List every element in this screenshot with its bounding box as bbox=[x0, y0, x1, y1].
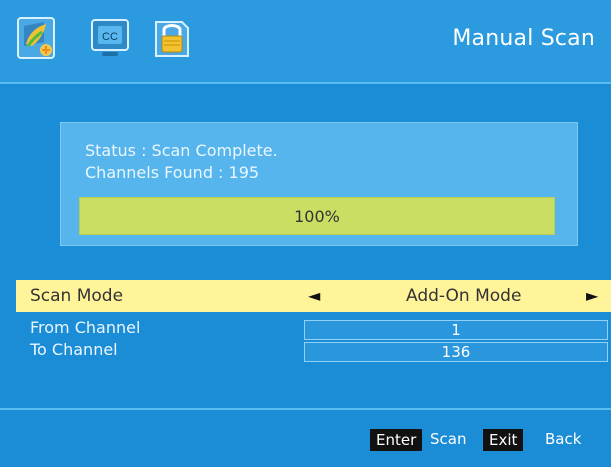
scan-status-panel: Status : Scan Complete. Channels Found :… bbox=[60, 122, 578, 246]
closed-caption-icon[interactable]: CC bbox=[90, 16, 130, 60]
left-arrow-icon[interactable]: ◄ bbox=[308, 286, 320, 305]
scan-mode-value[interactable]: Add-On Mode bbox=[406, 286, 521, 306]
scan-mode-label: Scan Mode bbox=[30, 286, 124, 306]
footer-bar: Enter Scan Exit Back bbox=[0, 408, 611, 467]
page-title: Manual Scan bbox=[452, 26, 595, 51]
lock-icon[interactable] bbox=[152, 16, 192, 60]
exit-key[interactable]: Exit bbox=[483, 429, 524, 451]
right-arrow-icon[interactable]: ► bbox=[586, 286, 598, 305]
to-channel-label: To Channel bbox=[30, 340, 118, 359]
scan-progress-bar: 100% bbox=[79, 197, 555, 235]
status-text: Status : Scan Complete. bbox=[85, 141, 278, 160]
exit-key-label: Back bbox=[545, 430, 582, 448]
from-channel-field[interactable]: 1 bbox=[304, 320, 608, 340]
enter-key[interactable]: Enter bbox=[370, 429, 423, 451]
channels-found-text: Channels Found : 195 bbox=[85, 163, 260, 182]
progress-label: 100% bbox=[294, 206, 340, 226]
enter-key-label: Scan bbox=[430, 430, 467, 448]
from-channel-label: From Channel bbox=[30, 318, 141, 337]
header-bar: CC Manual Scan bbox=[0, 0, 611, 84]
picture-icon[interactable] bbox=[16, 16, 56, 60]
manual-scan-screen: CC Manual Scan Status : Scan Complete. C… bbox=[0, 0, 611, 467]
to-channel-field[interactable]: 136 bbox=[304, 342, 608, 362]
cc-icon-text: CC bbox=[102, 31, 118, 43]
scan-mode-row[interactable]: Scan Mode ◄ Add-On Mode ► bbox=[16, 280, 611, 312]
